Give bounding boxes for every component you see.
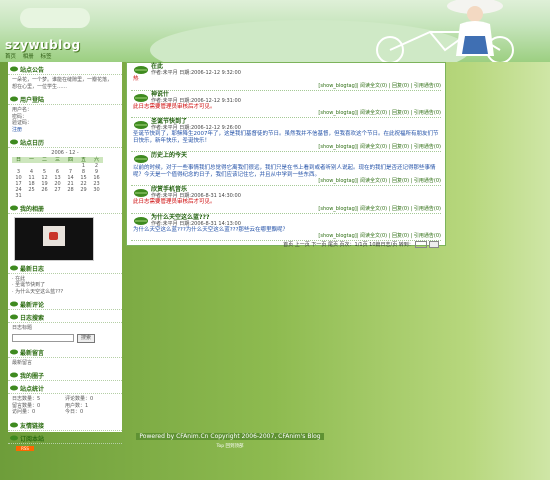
main-content: 在此 作者:未平月 日期:2006-12-12 9:32:00 热 [show_blo… [126, 62, 446, 249]
notice-content: 一朵花，一个梦。谁能在缝隙里，一瓣花落， 想在心里，一位学生…… [12, 77, 113, 90]
stats-panel: 日志数量：5 评论数量：0 留言数量：0 用户数：1 访问量：0 今日：0 [8, 394, 122, 418]
post-header: 欣赏手机音乐 作者:未平月 日期:2006-8-31 14:30:00 [131, 187, 441, 199]
calendar-days: 1 2 3 4 5 6 7 8 9 10 11 12 13 14 15 16 17 18 19 20 21 22 23 24 2… [12, 163, 118, 199]
footer: Powered by CFAnim.Cn Copyright 2006-2007… [100, 433, 360, 449]
rss-button[interactable]: RSS [16, 445, 34, 451]
leaf-icon [10, 435, 18, 440]
sidebar-heading-notice: 站点公告 [8, 65, 122, 75]
blog-post: 神说什 作者:未平月 日期:2006-12-12 9:31:00 此日志需要管理员审… [127, 91, 445, 118]
calendar: 2006 - 12 - 日一二三四五六 1 2 3 4 5 6 7 8 9 10 11 12 13 14 1… [8, 148, 122, 201]
post-header: 历史上的今天 [131, 153, 441, 165]
leaf-icon [134, 216, 148, 225]
post-footer-links[interactable]: [show_blogtag]| 阅读全文(0) | 回复(0) | 引用通告(0… [131, 206, 441, 214]
post-header: 神说什 作者:未平月 日期:2006-12-12 9:31:00 [131, 91, 441, 104]
sidebar-heading-calendar: 站点日历 [8, 138, 122, 148]
post-list: 在此 作者:未平月 日期:2006-12-12 9:32:00 热 [show_blo… [127, 63, 445, 241]
search-input[interactable] [12, 334, 74, 342]
album-photo[interactable] [14, 216, 94, 261]
main-nav: 首页 相册 标签 [0, 52, 550, 62]
nav-item-album[interactable]: 相册 [23, 54, 34, 60]
search-label: 日志标题 [12, 325, 33, 331]
sidebar-heading-photos: 我的相册 [8, 204, 122, 214]
post-footer-links[interactable]: [show_blogtag]| 阅读全文(0) | 回复(0) | 引用通告(0… [131, 233, 441, 241]
blog-title[interactable]: szywublog [5, 38, 81, 52]
calendar-day [25, 193, 38, 199]
sidebar-heading-user: 用户登陆 [8, 95, 122, 105]
nav-item-tags[interactable]: 标签 [41, 54, 52, 60]
back-to-top-link[interactable]: Top 回到顶部 [100, 443, 360, 449]
leaf-icon [134, 121, 148, 129]
leaf-icon [134, 155, 148, 163]
blog-post: 为什么天空这么蓝??? 作者:未平月 日期:2006-8-31 14:13:00 为… [127, 214, 445, 241]
post-meta: 作者:未平月 日期:2006-12-12 9:32:00 [151, 70, 241, 76]
search-panel: 日志标题 搜索 [8, 323, 122, 345]
post-header: 为什么天空这么蓝??? 作者:未平月 日期:2006-8-31 14:13:00 [131, 214, 441, 227]
go-button[interactable] [429, 241, 439, 248]
login-panel: 用户名： 密码： 验证码： 注册 [8, 105, 122, 135]
recent-posts: · 在此 · 圣诞节快到了 · 为什么天空这么蓝??? [8, 274, 122, 298]
sidebar-heading-messages: 最新留言 [8, 348, 122, 358]
stat-item: 今日：0 [65, 409, 84, 415]
leaf-icon [10, 349, 18, 354]
calendar-day [38, 193, 51, 199]
pagination: 首页 上一页 下一页 尾页 页次：1/1页 10篇日志/页 转到： [127, 241, 445, 249]
post-footer-links[interactable]: [show_blogtag]| 阅读全文(0) | 回复(0) | 引用通告(0… [131, 144, 441, 152]
copyright-text: Powered by CFAnim.Cn Copyright 2006-2007… [136, 433, 324, 440]
post-body: 圣诞节快到了，耶稣降生2007年了，这是我们基督徒的节日。虽然我并不信基督，但我… [133, 131, 439, 144]
post-footer-links[interactable]: [show_blogtag]| 阅读全文(0) | 回复(0) | 引用通告(0… [131, 83, 441, 91]
calendar-week: 31 [12, 193, 118, 199]
leaf-icon [10, 139, 18, 145]
sidebar-heading-recent: 最新日志 [8, 264, 122, 274]
leaf-icon [134, 66, 148, 74]
blog-post: 在此 作者:未平月 日期:2006-12-12 9:32:00 热 [show_blo… [127, 63, 445, 91]
post-header: 圣诞节快到了 作者:未平月 日期:2006-12-12 9:26:00 [131, 119, 441, 131]
stat-item: 访问量：0 [12, 409, 36, 415]
search-button[interactable]: 搜索 [77, 333, 95, 343]
sidebar-heading-search: 日志搜索 [8, 313, 122, 323]
messages-link[interactable]: 最新留言 [8, 358, 122, 369]
calendar-day [90, 193, 103, 199]
post-meta: 作者:未平月 日期:2006-12-12 9:31:00 [151, 97, 241, 104]
leaf-icon [10, 422, 18, 427]
blog-post: 圣诞节快到了 作者:未平月 日期:2006-12-12 9:26:00 圣诞节快到了… [127, 118, 445, 152]
nav-item-home[interactable]: 首页 [5, 54, 16, 60]
register-link[interactable]: 注册 [12, 127, 118, 134]
sidebar-heading-links: 我的圈子 [8, 371, 122, 381]
post-title[interactable]: 历史上的今天 [151, 153, 441, 159]
page-jump-input[interactable] [415, 241, 428, 248]
leaf-icon [10, 314, 18, 320]
leaf-icon [10, 385, 18, 391]
post-meta: 作者:未平月 日期:2006-12-12 9:26:00 [151, 125, 241, 131]
post-body: 以前的时候，对于一些事情我们总觉得它离我们很远，我们只是在书上看到或者听别人说起… [133, 165, 436, 178]
recent-post-link[interactable]: · 为什么天空这么蓝??? [12, 289, 118, 296]
blog-post: 欣赏手机音乐 作者:未平月 日期:2006-8-31 14:30:00 此日志需要管… [127, 186, 445, 214]
pagination-text[interactable]: 首页 上一页 下一页 尾页 页次：1/1页 10篇日志/页 转到： [283, 242, 414, 248]
leaf-icon [134, 93, 148, 102]
leaf-icon [10, 372, 18, 378]
sidebar: 站点公告 一朵花，一个梦。谁能在缝隙里，一瓣花落， 想在心里，一位学生…… 用户… [8, 62, 122, 451]
sidebar-heading-stats: 站点统计 [8, 384, 122, 394]
leaf-icon [134, 189, 148, 197]
leaf-icon [10, 96, 18, 102]
calendar-day [64, 193, 77, 199]
post-footer-links[interactable]: [show_blogtag]| 阅读全文(0) | 回复(0) | 引用通告(0… [131, 178, 441, 186]
blog-post: 历史上的今天以前的时候，对于一些事情我们总觉得它离我们很远，我们只是在书上看到或… [127, 152, 445, 186]
sidebar-heading-comments: 最新评论 [8, 300, 122, 310]
calendar-day [51, 193, 64, 199]
leaf-icon [10, 301, 18, 307]
post-meta: 作者:未平月 日期:2006-8-31 14:30:00 [151, 193, 241, 199]
header-banner: szywublog 首页 相册 标签 [0, 0, 550, 62]
leaf-icon [10, 205, 18, 210]
cloud-decoration [20, 8, 90, 28]
leaf-icon [10, 66, 18, 72]
post-meta: 作者:未平月 日期:2006-8-31 14:13:00 [151, 220, 241, 227]
post-header: 在此 作者:未平月 日期:2006-12-12 9:32:00 [131, 64, 441, 76]
leaf-icon [10, 265, 18, 270]
sidebar-heading-friends: 友情链接 [8, 421, 122, 431]
post-footer-links[interactable]: [show_blogtag]| 阅读全文(0) | 回复(0) | 引用通告(0… [131, 110, 441, 118]
calendar-day [77, 193, 90, 199]
calendar-day[interactable]: 31 [12, 193, 25, 199]
